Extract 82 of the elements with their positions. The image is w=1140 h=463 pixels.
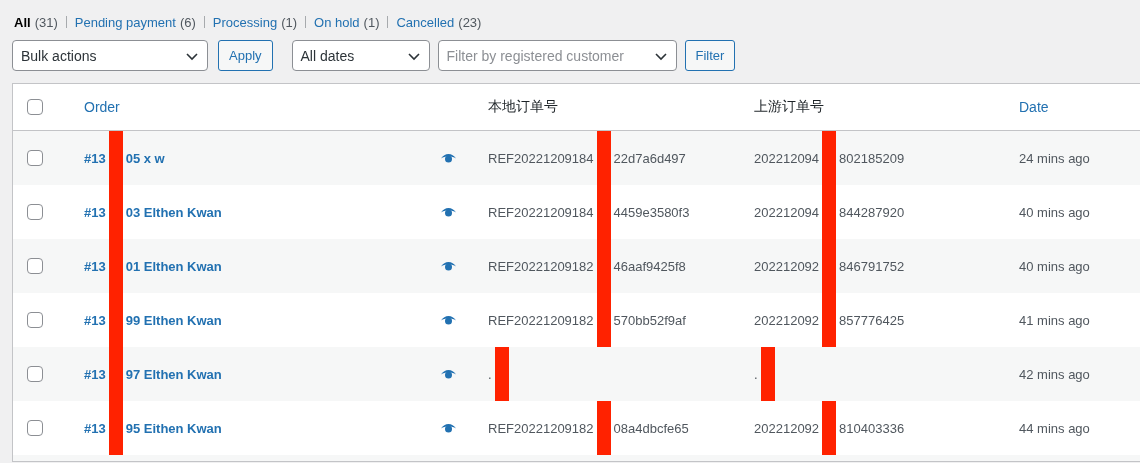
local-order-number: 22d7a6d497 (613, 150, 686, 166)
redaction-mark (822, 401, 837, 455)
bulk-actions-select[interactable]: Bulk actions (12, 40, 208, 71)
order-date: 40 mins ago (1019, 258, 1090, 274)
column-header: 上游订单号 (754, 98, 824, 116)
select-all-checkbox[interactable] (27, 99, 43, 115)
redaction-mark (596, 293, 611, 347)
status-filter-link[interactable]: Pending payment (74, 14, 176, 30)
order-date: 41 mins ago (1019, 312, 1090, 328)
status-count: (1) (363, 14, 380, 30)
order-link[interactable]: #13 (84, 312, 106, 328)
order-link[interactable]: #13 (84, 150, 106, 166)
status-count: (31) (34, 14, 58, 30)
order-link[interactable]: 95 Eithen Kwan (125, 420, 222, 436)
order-link[interactable]: #13 (84, 204, 106, 220)
upstream-order-number: 846791752 (839, 258, 905, 274)
local-order-number: REF20221209182 (488, 312, 594, 328)
order-link[interactable]: #13 (84, 366, 106, 382)
redaction-mark (494, 347, 509, 401)
row-checkbox[interactable] (27, 204, 43, 220)
upstream-order-number: 810403336 (839, 420, 905, 436)
eye-icon[interactable] (441, 153, 456, 163)
eye-icon[interactable] (441, 315, 456, 325)
column-header: 本地订单号 (488, 98, 558, 116)
eye-icon[interactable] (441, 261, 456, 271)
redaction-mark (108, 401, 123, 455)
status-filter-link[interactable]: Processing (212, 14, 278, 30)
customer-filter-select[interactable]: Filter by registered customer (437, 40, 677, 71)
order-link[interactable]: 01 Elthen Kwan (125, 258, 222, 274)
upstream-order-number: 202212094 (754, 204, 820, 220)
status-count: (1) (281, 14, 298, 30)
local-order-number: 08a4dbcfe65 (613, 420, 689, 436)
status-count: (6) (179, 14, 196, 30)
upstream-order-number: 802185209 (839, 150, 905, 166)
status-filter-link[interactable]: On hold (314, 14, 360, 30)
local-order-number: REF20221209182 (488, 258, 594, 274)
local-order-number: . (488, 366, 492, 382)
column-header[interactable]: Order (84, 99, 120, 115)
local-order-number: 46aaf9425f8 (613, 258, 686, 274)
row-checkbox[interactable] (27, 366, 43, 382)
row-checkbox[interactable] (27, 150, 43, 166)
order-link[interactable]: 97 Elthen Kwan (125, 366, 222, 382)
redaction-mark (822, 131, 837, 185)
row-checkbox[interactable] (27, 312, 43, 328)
row-checkbox[interactable] (27, 258, 43, 274)
upstream-order-number: 202212092 (754, 258, 820, 274)
order-date: 44 mins ago (1019, 420, 1090, 436)
apply-button[interactable]: Apply (218, 40, 273, 71)
redaction-mark (596, 401, 611, 455)
upstream-order-number: 202212092 (754, 420, 820, 436)
date-filter-select[interactable]: All dates (291, 40, 430, 71)
column-header[interactable]: Date (1019, 99, 1049, 115)
local-order-number: 570bb52f9af (613, 312, 686, 328)
row-checkbox[interactable] (27, 420, 43, 436)
redaction-mark (596, 131, 611, 185)
status-count: (23) (458, 14, 482, 30)
order-date: 24 mins ago (1019, 150, 1090, 166)
order-link[interactable]: 99 Elthen Kwan (125, 312, 222, 328)
redaction-mark (760, 347, 775, 401)
upstream-order-number: 202212092 (754, 312, 820, 328)
order-link[interactable]: 03 Elthen Kwan (125, 204, 222, 220)
status-filter-link[interactable]: All (14, 14, 31, 30)
eye-icon[interactable] (441, 207, 456, 217)
upstream-order-number: . (754, 366, 758, 382)
local-order-number: 4459e3580f3 (613, 204, 690, 220)
eye-icon[interactable] (441, 369, 456, 379)
redaction-mark (822, 293, 837, 347)
status-filter-link[interactable]: Cancelled (396, 14, 455, 30)
order-link[interactable]: #13 (84, 258, 106, 274)
local-order-number: REF20221209182 (488, 420, 594, 436)
local-order-number: REF20221209184 (488, 204, 594, 220)
upstream-order-number: 857776425 (839, 312, 905, 328)
upstream-order-number: 844287920 (839, 204, 905, 220)
eye-icon[interactable] (441, 423, 456, 433)
local-order-number: REF20221209184 (488, 150, 594, 166)
upstream-order-number: 202212094 (754, 150, 820, 166)
redaction-mark (108, 131, 123, 185)
order-date: 40 mins ago (1019, 204, 1090, 220)
filter-button[interactable]: Filter (684, 40, 736, 71)
order-date: 42 mins ago (1019, 366, 1090, 382)
order-link[interactable]: 05 x w (125, 150, 165, 166)
order-link[interactable]: #13 (84, 420, 106, 436)
